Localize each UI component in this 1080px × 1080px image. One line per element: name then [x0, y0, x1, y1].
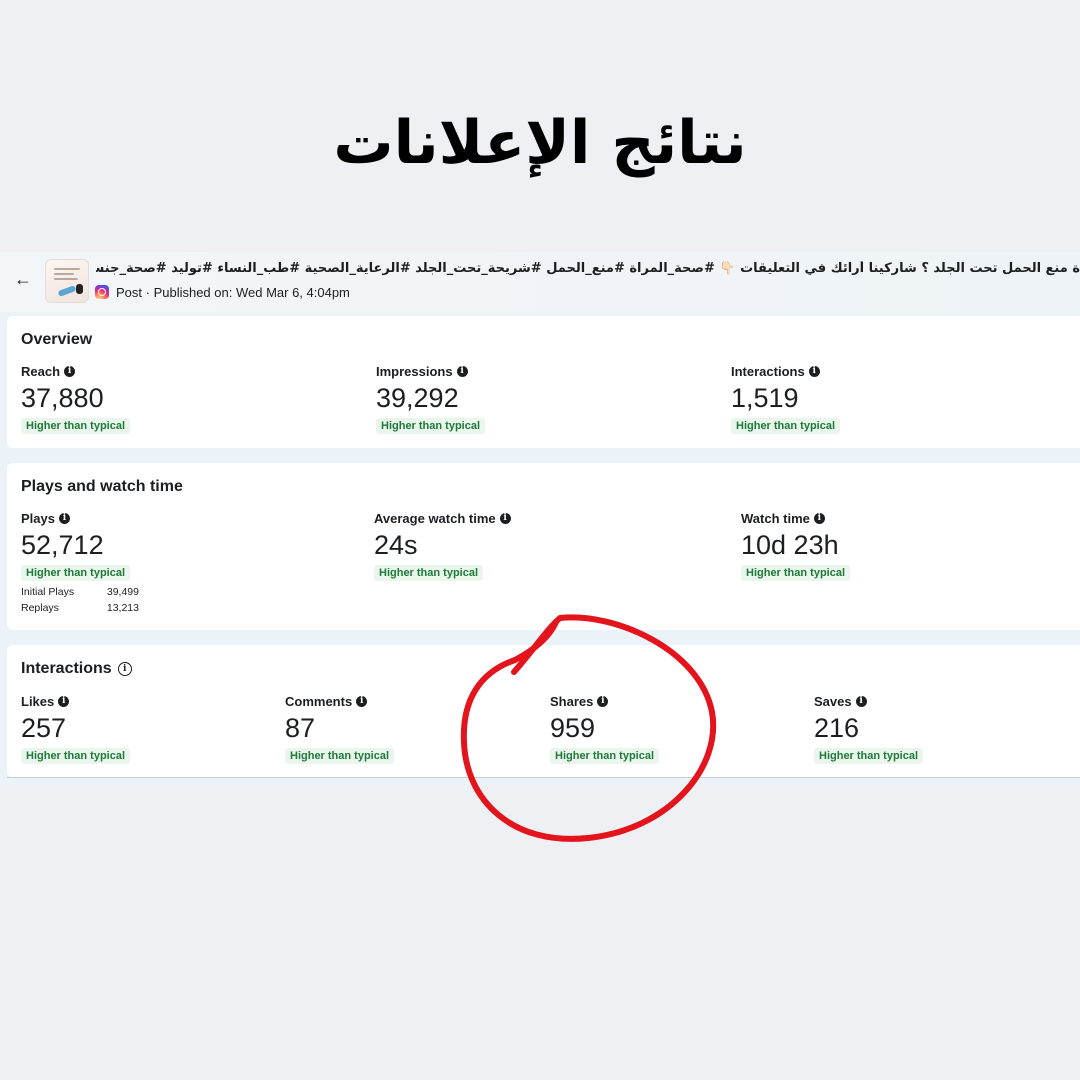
metric-value: 37,880 — [21, 383, 104, 413]
metric-interactions: Interactions i 1,519 Higher than typical — [731, 363, 841, 434]
info-icon[interactable]: i — [855, 695, 867, 707]
metric-value: 216 — [814, 713, 860, 743]
status-badge: Higher than typical — [550, 748, 660, 764]
metric-label: Likes — [21, 693, 55, 709]
status-badge: Higher than typical — [21, 565, 131, 581]
metric-value: 257 — [21, 713, 67, 743]
post-thumbnail[interactable] — [45, 259, 89, 303]
info-icon[interactable]: i — [808, 365, 820, 377]
breakdown-row: Initial Plays 39,499 — [21, 586, 139, 598]
status-badge: Higher than typical — [814, 748, 924, 764]
post-caption: ة منع الحمل تحت الجلد ؟ شاركينا أرائك في… — [96, 261, 1080, 276]
info-icon[interactable]: i — [597, 695, 609, 707]
info-icon[interactable]: i — [58, 512, 70, 524]
divider — [7, 777, 1080, 778]
metric-label: Plays — [21, 510, 55, 526]
metric-label: Shares — [550, 693, 594, 709]
metric-label: Reach — [21, 363, 61, 379]
instagram-icon — [95, 285, 109, 299]
post-header: ← ة منع الحمل تحت الجلد ؟ شاركينا أرائك … — [0, 252, 1080, 312]
plays-title: Plays and watch time — [21, 478, 183, 495]
metric-label: Saves — [814, 693, 852, 709]
overview-title: Overview — [21, 331, 93, 348]
metric-watch-time: Watch time i 10d 23h Higher than typical — [741, 510, 851, 581]
metric-value: 87 — [285, 713, 316, 743]
metric-label: Interactions — [731, 363, 805, 379]
status-badge: Higher than typical — [21, 418, 131, 434]
info-icon[interactable]: i — [117, 662, 132, 676]
metric-value: 1,519 — [731, 383, 799, 413]
arrow-left-icon[interactable]: ← — [14, 270, 32, 288]
plays-card: Plays and watch time Plays i 52,712 Highe… — [7, 463, 1080, 630]
metric-label: Impressions — [376, 363, 453, 379]
interactions-card: Interactions i Likes i 257 Higher than ty… — [7, 645, 1080, 777]
metric-likes: Likes i 257 Higher than typical — [21, 693, 131, 764]
info-icon[interactable]: i — [58, 695, 70, 707]
status-badge: Higher than typical — [21, 748, 131, 764]
info-icon[interactable]: i — [64, 365, 76, 377]
metric-impressions: Impressions i 39,292 Higher than typical — [376, 363, 486, 434]
metric-value: 52,712 — [21, 530, 104, 560]
post-meta: Post · Published on: Wed Mar 6, 4:04pm — [95, 283, 350, 301]
status-badge: Higher than typical — [741, 565, 851, 581]
info-icon[interactable]: i — [456, 365, 468, 377]
metric-value: 24s — [374, 530, 418, 560]
metric-average-watch-time: Average watch time i 24s Higher than typi… — [374, 510, 511, 581]
metric-plays: Plays i 52,712 Higher than typical Initia… — [21, 510, 139, 614]
info-icon[interactable]: i — [813, 512, 825, 524]
metric-saves: Saves i 216 Higher than typical — [814, 693, 924, 764]
overview-card: Overview Reach i 37,880 Higher than typic… — [7, 316, 1080, 448]
metric-comments: Comments i 87 Higher than typical — [285, 693, 395, 764]
interactions-title: Interactions i — [21, 660, 132, 678]
metric-value: 10d 23h — [741, 530, 839, 560]
status-badge: Higher than typical — [376, 418, 486, 434]
breakdown-row: Replays 13,213 — [21, 602, 139, 614]
info-icon[interactable]: i — [356, 695, 368, 707]
metric-shares: Shares i 959 Higher than typical — [550, 693, 660, 764]
metric-value: 959 — [550, 713, 596, 743]
post-published-date: Post · Published on: Wed Mar 6, 4:04pm — [116, 284, 350, 300]
info-icon[interactable]: i — [499, 512, 511, 524]
status-badge: Higher than typical — [731, 418, 841, 434]
post-insights-screenshot: ← ة منع الحمل تحت الجلد ؟ شاركينا أرائك … — [0, 252, 1080, 786]
metric-value: 39,292 — [376, 383, 459, 413]
status-badge: Higher than typical — [285, 748, 395, 764]
metric-label: Watch time — [741, 510, 810, 526]
metric-label: Comments — [285, 693, 353, 709]
page-heading: نتائج الإعلانات — [333, 108, 747, 178]
status-badge: Higher than typical — [374, 565, 484, 581]
metric-label: Average watch time — [374, 510, 496, 526]
metric-reach: Reach i 37,880 Higher than typical — [21, 363, 131, 434]
